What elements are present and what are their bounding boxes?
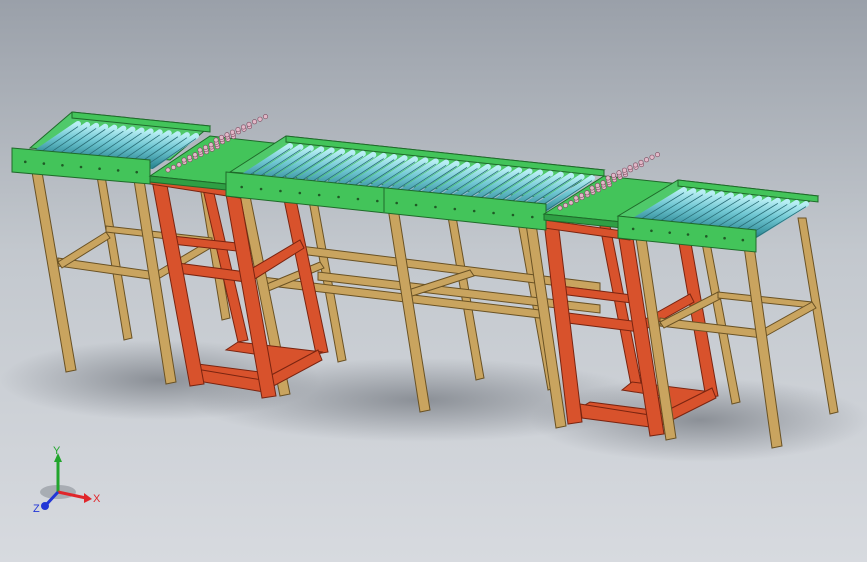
mounting-hole xyxy=(79,165,83,169)
transfer-ball xyxy=(252,119,258,125)
mounting-hole xyxy=(492,211,495,215)
mounting-hole xyxy=(42,162,46,165)
mounting-hole xyxy=(472,209,476,213)
conveyor-assembly-model[interactable] xyxy=(0,0,867,562)
transfer-ball xyxy=(235,127,241,133)
view-orientation-triad[interactable]: Y X Z xyxy=(28,442,108,522)
transfer-ball xyxy=(257,116,263,122)
mounting-hole xyxy=(298,191,302,195)
transfer-ball xyxy=(224,132,230,138)
transfer-ball xyxy=(610,172,616,178)
transfer-ball xyxy=(171,164,177,170)
transfer-ball xyxy=(219,134,225,140)
mounting-hole xyxy=(650,229,653,233)
mounting-hole xyxy=(414,203,418,207)
transfer-ball xyxy=(568,200,574,206)
transfer-ball xyxy=(557,205,563,211)
transfer-ball xyxy=(643,157,649,163)
transfer-ball xyxy=(594,182,600,188)
mounting-hole xyxy=(23,160,27,164)
transfer-ball xyxy=(621,167,627,173)
mounting-hole xyxy=(135,170,139,174)
transfer-ball xyxy=(654,152,660,158)
mounting-hole xyxy=(704,235,708,238)
mounting-hole xyxy=(240,185,243,189)
transfer-ball xyxy=(584,190,590,196)
mounting-hole xyxy=(98,167,101,171)
z-axis-head xyxy=(41,502,49,510)
transfer-ball xyxy=(197,147,203,153)
cad-viewport[interactable]: Y X Z xyxy=(0,0,867,562)
mounting-hole xyxy=(631,227,635,231)
transfer-ball xyxy=(573,195,579,201)
mounting-hole xyxy=(376,199,379,203)
transfer-ball xyxy=(638,159,644,165)
mounting-hole xyxy=(317,193,321,197)
mounting-hole xyxy=(116,169,120,172)
transfer-ball xyxy=(203,144,209,150)
transfer-ball xyxy=(578,192,584,198)
mounting-hole xyxy=(337,195,340,199)
transfer-ball xyxy=(241,124,247,130)
x-axis-label: X xyxy=(93,493,101,505)
transfer-ball xyxy=(589,185,595,191)
transfer-ball xyxy=(246,121,252,127)
mounting-hole xyxy=(434,205,437,209)
transfer-ball xyxy=(632,162,638,168)
mounting-hole xyxy=(511,213,515,217)
transfer-ball xyxy=(649,154,655,160)
mounting-hole xyxy=(279,189,282,193)
z-axis-label: Z xyxy=(33,503,40,515)
mounting-hole xyxy=(356,197,360,201)
transfer-ball xyxy=(627,165,633,171)
transfer-ball xyxy=(208,142,214,148)
transfer-ball xyxy=(600,180,606,186)
mounting-hole xyxy=(668,231,672,234)
transfer-ball xyxy=(213,137,219,143)
transfer-ball xyxy=(605,175,611,181)
mounting-hole xyxy=(259,187,263,191)
transfer-ball xyxy=(181,157,187,163)
mounting-hole xyxy=(61,163,64,167)
mounting-hole xyxy=(531,215,534,219)
x-axis-head xyxy=(84,493,92,503)
transfer-ball xyxy=(176,162,182,168)
transfer-ball xyxy=(187,154,193,160)
mounting-hole xyxy=(395,201,398,205)
mounting-hole xyxy=(741,238,745,242)
mounting-hole xyxy=(453,207,457,211)
transfer-ball xyxy=(262,114,268,120)
transfer-ball xyxy=(165,167,171,173)
y-axis-label: Y xyxy=(53,445,61,457)
transfer-ball xyxy=(616,170,622,176)
mounting-hole xyxy=(686,233,690,236)
mounting-hole xyxy=(723,236,726,240)
transfer-ball xyxy=(192,152,198,158)
transfer-ball xyxy=(562,202,568,208)
transfer-ball xyxy=(230,129,236,135)
